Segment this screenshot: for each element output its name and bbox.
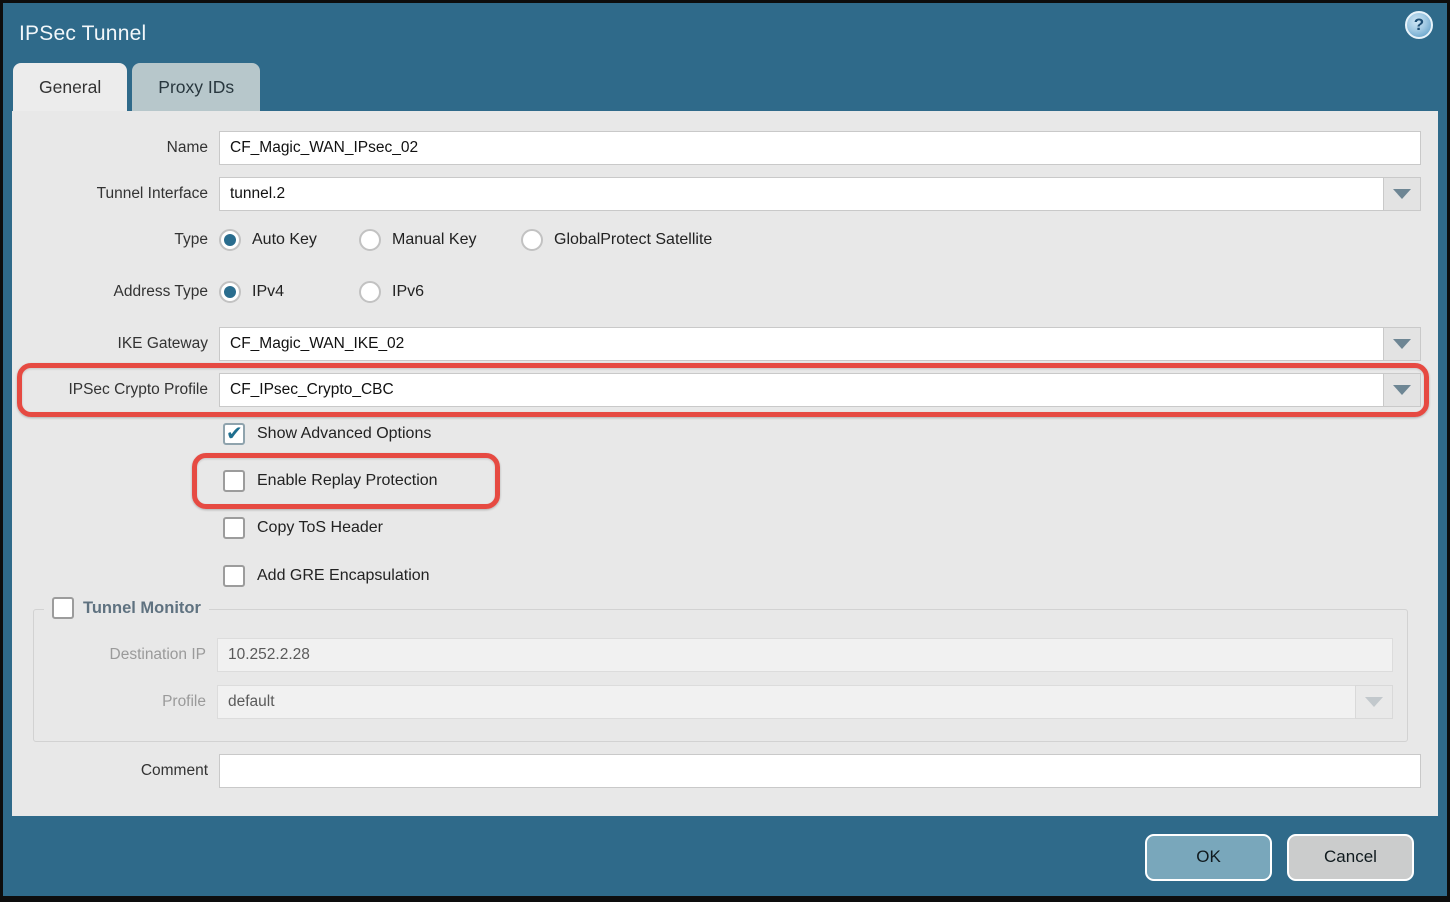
chevron-down-icon: [1393, 385, 1411, 395]
copy-tos-header-checkbox[interactable]: [223, 517, 245, 539]
tunnel-interface-row: Tunnel Interface: [12, 177, 1421, 211]
destination-ip-input: [217, 638, 1393, 672]
tunnel-interface-input[interactable]: [219, 177, 1383, 211]
chevron-down-icon: [1393, 339, 1411, 349]
enable-replay-protection-checkbox[interactable]: [223, 470, 245, 492]
destination-ip-label: Destination IP: [34, 646, 217, 664]
dialog-title: IPSec Tunnel: [19, 20, 146, 46]
type-label: Type: [12, 231, 219, 249]
ike-gateway-row: IKE Gateway: [12, 327, 1421, 361]
general-tab-panel: Name Tunnel Interface Type A: [12, 111, 1438, 816]
ipsec-tunnel-dialog: IPSec Tunnel ? General Proxy IDs Name Tu…: [0, 0, 1450, 902]
ike-gateway-label: IKE Gateway: [12, 335, 219, 353]
radio-auto-key-label: Auto Key: [252, 231, 317, 249]
chevron-down-icon: [1365, 697, 1383, 707]
address-type-row: Address Type IPv4 IPv6: [12, 280, 1421, 304]
dialog-footer: OK Cancel: [3, 816, 1447, 898]
tunnel-monitor-fieldset: Tunnel Monitor Destination IP Profile: [33, 609, 1408, 742]
show-advanced-options-label: Show Advanced Options: [257, 425, 431, 443]
radio-globalprotect-satellite[interactable]: [521, 229, 543, 251]
monitor-profile-dropdown-button: [1355, 685, 1393, 719]
ipsec-crypto-profile-input[interactable]: [219, 373, 1383, 407]
add-gre-encapsulation-row: Add GRE Encapsulation: [223, 565, 1421, 587]
tab-bar: General Proxy IDs: [3, 63, 1447, 111]
help-icon[interactable]: ?: [1405, 11, 1433, 39]
ipsec-crypto-profile-dropdown-button[interactable]: [1383, 373, 1421, 407]
ike-gateway-input[interactable]: [219, 327, 1383, 361]
radio-ipv4[interactable]: [219, 281, 241, 303]
cancel-button[interactable]: Cancel: [1287, 834, 1414, 881]
monitor-profile-row: Profile: [34, 685, 1407, 719]
comment-input[interactable]: [219, 754, 1421, 788]
comment-row: Comment: [12, 754, 1421, 788]
radio-ipv6[interactable]: [359, 281, 381, 303]
destination-ip-row: Destination IP: [34, 638, 1407, 672]
ok-button[interactable]: OK: [1145, 834, 1272, 881]
name-label: Name: [12, 139, 219, 157]
radio-manual-key-label: Manual Key: [392, 231, 477, 249]
name-row: Name: [12, 131, 1421, 165]
radio-ipv4-label: IPv4: [252, 283, 284, 301]
show-advanced-options-row: Show Advanced Options: [223, 423, 1421, 445]
tab-proxy-ids[interactable]: Proxy IDs: [132, 63, 260, 111]
title-bar: IPSec Tunnel ?: [3, 3, 1447, 63]
tunnel-interface-label: Tunnel Interface: [12, 185, 219, 203]
ike-gateway-dropdown-button[interactable]: [1383, 327, 1421, 361]
radio-manual-key[interactable]: [359, 229, 381, 251]
copy-tos-header-row: Copy ToS Header: [223, 517, 1421, 539]
name-input[interactable]: [219, 131, 1421, 165]
comment-label: Comment: [12, 762, 219, 780]
address-type-label: Address Type: [12, 283, 219, 301]
enable-replay-protection-label: Enable Replay Protection: [257, 472, 438, 490]
radio-auto-key[interactable]: [219, 229, 241, 251]
chevron-down-icon: [1393, 189, 1411, 199]
copy-tos-header-label: Copy ToS Header: [257, 519, 383, 537]
show-advanced-options-checkbox[interactable]: [223, 423, 245, 445]
ipsec-crypto-profile-row: IPSec Crypto Profile: [12, 373, 1421, 407]
tunnel-monitor-checkbox[interactable]: [52, 597, 74, 619]
add-gre-encapsulation-label: Add GRE Encapsulation: [257, 567, 430, 585]
type-row: Type Auto Key Manual Key GlobalProtect S…: [12, 228, 1421, 252]
radio-ipv6-label: IPv6: [392, 283, 424, 301]
tunnel-monitor-legend: Tunnel Monitor: [44, 597, 209, 619]
tab-general[interactable]: General: [13, 63, 127, 111]
add-gre-encapsulation-checkbox[interactable]: [223, 565, 245, 587]
ipsec-crypto-profile-label: IPSec Crypto Profile: [12, 381, 219, 399]
tunnel-monitor-label: Tunnel Monitor: [83, 599, 201, 618]
monitor-profile-input: [217, 685, 1355, 719]
enable-replay-protection-row: Enable Replay Protection: [223, 470, 1421, 492]
monitor-profile-label: Profile: [34, 693, 217, 711]
tunnel-interface-dropdown-button[interactable]: [1383, 177, 1421, 211]
radio-globalprotect-satellite-label: GlobalProtect Satellite: [554, 231, 712, 249]
